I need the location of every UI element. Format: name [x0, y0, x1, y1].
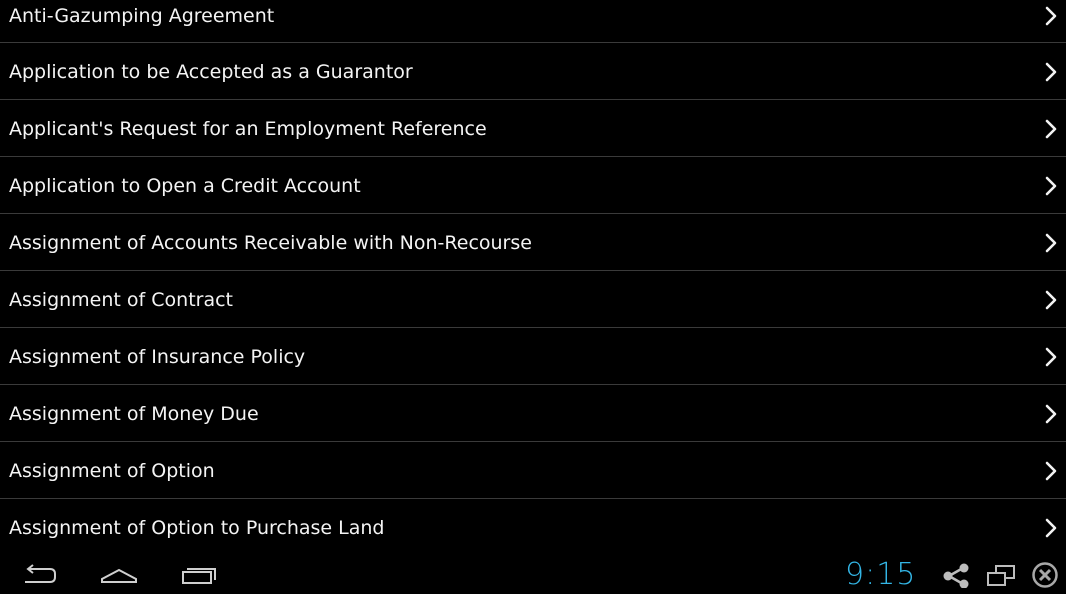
list-divider — [0, 384, 1066, 385]
list-divider — [0, 99, 1066, 100]
chevron-right-icon — [1045, 404, 1057, 424]
list-item-label: Assignment of Accounts Receivable with N… — [9, 232, 532, 254]
list-item[interactable]: Assignment of Contract — [0, 284, 1066, 340]
list-item[interactable]: Assignment of Option to Purchase Land — [0, 512, 1066, 556]
recent-apps-icon[interactable] — [181, 562, 219, 588]
chevron-right-icon — [1045, 290, 1057, 310]
list-divider — [0, 498, 1066, 499]
list-divider — [0, 327, 1066, 328]
list-item-label: Applicant's Request for an Employment Re… — [9, 118, 487, 140]
list-item[interactable]: Assignment of Accounts Receivable with N… — [0, 227, 1066, 283]
list-item-label: Application to Open a Credit Account — [9, 175, 361, 197]
list-item[interactable]: Assignment of Money Due — [0, 398, 1066, 454]
chevron-right-icon — [1045, 6, 1057, 26]
list-divider — [0, 441, 1066, 442]
list-item-label: Assignment of Option to Purchase Land — [9, 517, 385, 539]
close-icon[interactable] — [1030, 562, 1060, 588]
list-item[interactable]: Assignment of Option — [0, 455, 1066, 511]
chevron-right-icon — [1045, 233, 1057, 253]
home-icon[interactable] — [99, 562, 139, 588]
list-item-label: Assignment of Money Due — [9, 403, 259, 425]
list-item[interactable]: Applicant's Request for an Employment Re… — [0, 113, 1066, 169]
chevron-right-icon — [1045, 347, 1057, 367]
list-item-label: Assignment of Insurance Policy — [9, 346, 306, 368]
document-list: Anti-Gazumping Agreement Application to … — [0, 0, 1066, 556]
chevron-right-icon — [1045, 461, 1057, 481]
list-item[interactable]: Application to be Accepted as a Guaranto… — [0, 56, 1066, 112]
system-navigation-bar: 9:15 — [0, 556, 1066, 594]
chevron-right-icon — [1045, 176, 1057, 196]
list-divider — [0, 42, 1066, 43]
app-screen: Anti-Gazumping Agreement Application to … — [0, 0, 1066, 594]
list-item[interactable]: Assignment of Insurance Policy — [0, 341, 1066, 397]
status-clock: 9:15 — [845, 557, 917, 592]
share-icon[interactable] — [942, 562, 970, 588]
chevron-right-icon — [1045, 518, 1057, 538]
multi-window-icon[interactable] — [985, 562, 1017, 588]
list-item-label: Assignment of Contract — [9, 289, 233, 311]
list-divider — [0, 213, 1066, 214]
back-icon[interactable] — [20, 562, 58, 588]
chevron-right-icon — [1045, 62, 1057, 82]
list-divider — [0, 156, 1066, 157]
list-item[interactable]: Application to Open a Credit Account — [0, 170, 1066, 226]
list-item-label: Anti-Gazumping Agreement — [9, 5, 275, 27]
list-item-label: Application to be Accepted as a Guaranto… — [9, 61, 413, 83]
chevron-right-icon — [1045, 119, 1057, 139]
list-divider — [0, 270, 1066, 271]
list-item-label: Assignment of Option — [9, 460, 215, 482]
list-item[interactable]: Anti-Gazumping Agreement — [0, 0, 1066, 56]
